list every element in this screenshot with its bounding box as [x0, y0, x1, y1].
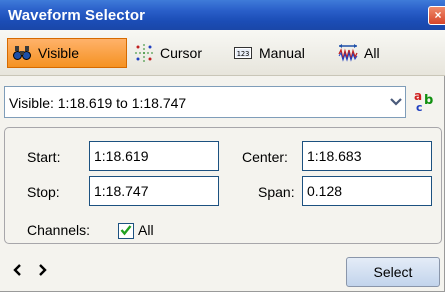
- channels-all-checkbox[interactable]: [118, 223, 134, 239]
- start-label: Start:: [27, 149, 61, 165]
- cursor-crosshair-icon: [134, 43, 154, 63]
- center-label: Center:: [242, 149, 288, 165]
- all-tool-button[interactable]: All: [338, 38, 394, 68]
- title-bar[interactable]: Waveform Selector ×: [0, 0, 445, 30]
- manual-tool-button[interactable]: 123 Manual: [233, 38, 325, 68]
- window-title: Waveform Selector: [8, 7, 146, 24]
- close-button[interactable]: ×: [428, 6, 445, 25]
- range-selector-row: Visible: 1:18.619 to 1:18.747 a b c: [0, 86, 445, 118]
- previous-button[interactable]: [4, 258, 30, 284]
- center-field[interactable]: 1:18.683: [302, 141, 432, 171]
- close-icon: ×: [434, 8, 442, 22]
- abc-text-icon: a b c: [413, 89, 437, 116]
- chevron-left-icon: [12, 263, 22, 280]
- visible-tool-label: Visible: [38, 45, 79, 61]
- visible-range-dropdown[interactable]: Visible: 1:18.619 to 1:18.747: [4, 86, 406, 118]
- select-button[interactable]: Select: [346, 257, 440, 287]
- svg-text:c: c: [416, 101, 423, 113]
- manual-entry-icon: 123: [233, 43, 253, 63]
- chevron-right-icon: [38, 263, 48, 280]
- stop-label: Stop:: [27, 184, 60, 200]
- waveform-selector-window: Waveform Selector × Visible Cursor 123 M…: [0, 0, 445, 292]
- waveform-all-icon: [338, 43, 358, 63]
- span-label: Span:: [258, 184, 295, 200]
- toolbar: Visible Cursor 123 Manual All: [0, 30, 445, 76]
- chevron-down-icon[interactable]: [387, 91, 405, 113]
- stop-field[interactable]: 1:18.747: [89, 176, 219, 206]
- checkmark-icon: [120, 224, 132, 239]
- svg-text:123: 123: [237, 50, 250, 58]
- channels-all-label[interactable]: All: [138, 222, 154, 238]
- svg-text:b: b: [424, 93, 433, 108]
- next-button[interactable]: [30, 258, 56, 284]
- label-format-button[interactable]: a b c: [412, 89, 438, 115]
- start-field[interactable]: 1:18.619: [89, 141, 219, 171]
- channels-label: Channels:: [27, 222, 91, 238]
- manual-tool-label: Manual: [259, 45, 305, 61]
- binoculars-icon: [12, 43, 32, 63]
- bottom-bar: Select: [0, 250, 445, 292]
- cursor-tool-label: Cursor: [160, 45, 203, 61]
- visible-tool-button[interactable]: Visible: [7, 38, 127, 68]
- cursor-tool-button[interactable]: Cursor: [134, 38, 220, 68]
- visible-range-value: Visible: 1:18.619 to 1:18.747: [9, 95, 187, 111]
- span-field[interactable]: 0.128: [302, 176, 432, 206]
- all-tool-label: All: [364, 45, 380, 61]
